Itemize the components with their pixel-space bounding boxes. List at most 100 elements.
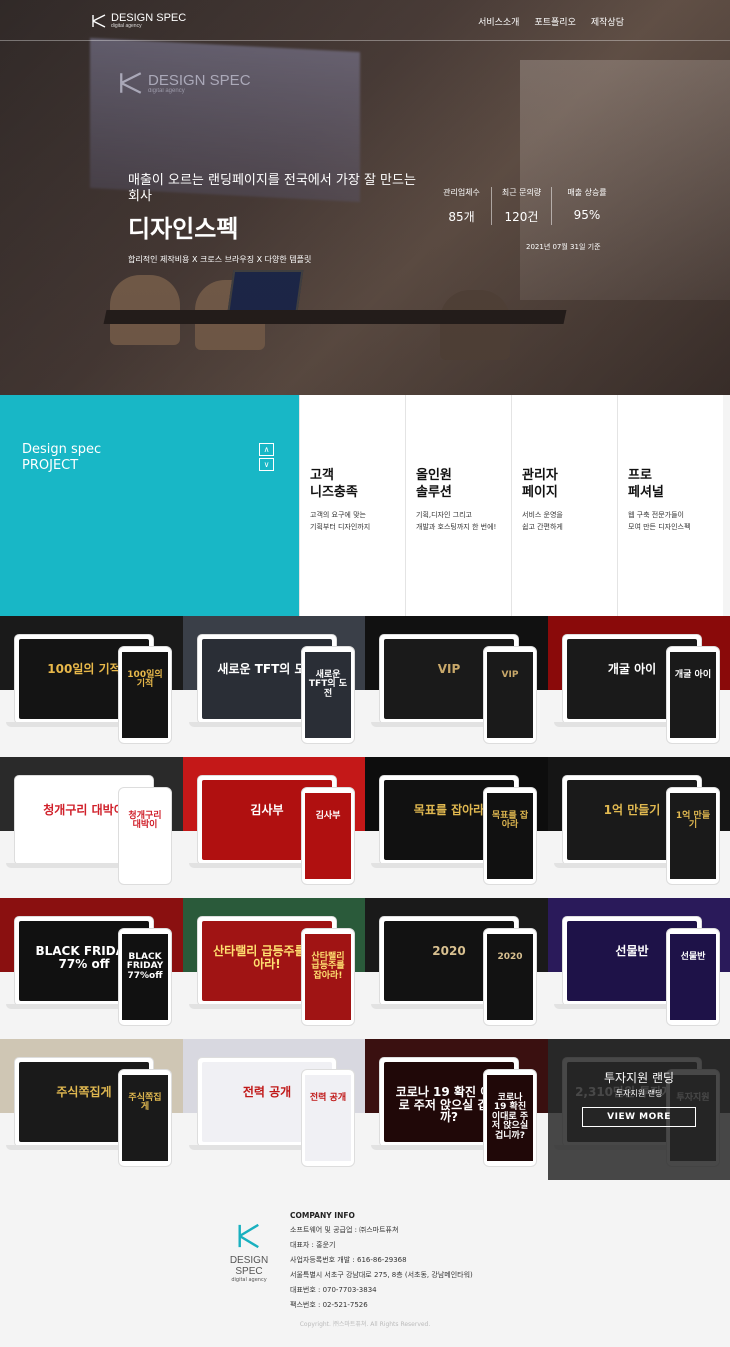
stat-value: 95% [573,208,601,222]
phone-headline: 청개구리 대박이 [128,810,162,831]
feature-title: 고객 니즈충족 [310,468,358,500]
phone-screen: 산타랠리 급등주를 잡아라! [305,934,351,1020]
phone-screen: 100일의 기적 [122,652,168,738]
portfolio-item[interactable]: 산타랠리 급등주를 잡아라! 산타랠리 급등주를 잡아라! [183,898,365,1039]
phone-mockup: BLACK FRIDAY 77%off [118,928,172,1026]
arrow-up-icon[interactable]: ∧ [259,443,274,456]
hero-copy: 매출이 오르는 랜딩페이지를 전국에서 가장 잘 만드는 회사 디자인스펙 합리… [128,173,428,265]
project-title: Design spec PROJECT [22,442,101,474]
nav-item-portfolio[interactable]: 포트폴리오 [534,15,575,28]
hero-title: 디자인스펙 [128,215,239,243]
phone-mockup: 선물반 [666,928,720,1026]
logo-mark-icon [118,70,144,96]
feature-title: 관리자 페이지 [522,468,558,500]
portfolio-grid: 100일의 기적 100일의 기적 새로운 TFT의 도전 새로운 TFT의 도전 VI… [0,616,730,1180]
portfolio-item[interactable]: 새로운 TFT의 도전 새로운 TFT의 도전 [183,616,365,757]
phone-mockup: 2020 [483,928,537,1026]
portfolio-item[interactable]: 1억 만들기 1억 만들기 [548,757,730,898]
company-info-line: 대표번호 : 070-7703-3834 [290,1286,377,1294]
feature-card: 프로 페셔널 웹 구축 전문가들이 모여 만든 디자인스펙 [617,395,723,616]
project-title-line: Design spec [22,442,102,457]
phone-mockup: VIP [483,646,537,744]
portfolio-item[interactable]: 선물반 선물반 [548,898,730,1039]
phone-headline: BLACK FRIDAY 77%off [126,951,164,981]
hero-bg-logo: DESIGN SPEC digital agency [118,70,251,96]
phone-screen: BLACK FRIDAY 77%off [122,934,168,1020]
portfolio-item[interactable]: 100일의 기적 100일의 기적 [0,616,183,757]
stat-inquiries: 최근 문의량 120건 [492,187,552,225]
phone-mockup: 개굴 아이 [666,646,720,744]
overlay-title: 투자지원 랜딩 [603,1071,675,1085]
hero-tags: 합리적인 제작비용 X 크로스 브라우징 X 다양한 템플릿 [128,255,312,264]
feature-desc: 기획,디자인 그리고 개발과 호스팅까지 한 번에! [416,511,497,531]
phone-headline: 선물반 [680,951,706,962]
phone-mockup: 새로운 TFT의 도전 [301,646,355,744]
portfolio-item[interactable]: 전력 공개 전력 공개 [183,1039,365,1180]
phone-mockup: 1억 만들기 [666,787,720,885]
company-info: COMPANY INFO 소프트웨어 및 공급업 : ㈜스마트퓨쳐 대표자 : … [290,1208,473,1313]
arrow-down-icon[interactable]: ∨ [259,458,274,471]
portfolio-item[interactable]: 코로나 19 확진 이대로 주저 앉으실 겁니까? 코로나 19 확진 이대로 주… [365,1039,548,1180]
logo-mark-icon [234,1223,264,1253]
stat-label: 관리업체수 [443,188,480,197]
stat-clients: 관리업체수 85개 [432,187,492,225]
portfolio-item[interactable]: 김사부 김사부 [183,757,365,898]
phone-screen: 개굴 아이 [670,652,716,738]
phone-headline: 목표를 잡아라 [491,810,529,831]
portfolio-item[interactable]: VIP VIP [365,616,548,757]
phone-headline: 코로나 19 확진 이대로 주저 앉으실 겁니까? [491,1092,529,1141]
stat-label: 최근 문의량 [501,188,542,197]
phone-mockup: 100일의 기적 [118,646,172,744]
phone-mockup: 청개구리 대박이 [118,787,172,885]
phone-headline: 새로운 TFT의 도전 [308,669,348,699]
header-logo-sub: digital agency [111,23,142,29]
phone-headline: 100일의 기적 [127,669,163,690]
view-more-button[interactable]: VIEW MORE [582,1107,696,1127]
company-info-title: COMPANY INFO [290,1211,355,1220]
company-info-line: 소프트웨어 및 공급업 : ㈜스마트퓨쳐 [290,1226,399,1234]
nav-item-consult[interactable]: 제작상담 [591,15,624,28]
project-title-line: PROJECT [22,458,79,473]
phone-screen: 새로운 TFT의 도전 [305,652,351,738]
hero-lead: 매출이 오르는 랜딩페이지를 전국에서 가장 잘 만드는 회사 [128,173,416,204]
footer-logo-text: DESIGN SPEC [229,1255,269,1277]
phone-mockup: 산타랠리 급등주를 잡아라! [301,928,355,1026]
phone-screen: 1억 만들기 [670,793,716,879]
project-panel: Design spec PROJECT ∧ ∨ [0,395,299,616]
main-nav: 서비스소개 포트폴리오 제작상담 [478,15,624,28]
phone-screen: 김사부 [305,793,351,879]
phone-mockup: 목표를 잡아라 [483,787,537,885]
portfolio-item[interactable]: 주식쪽집게 주식쪽집게 [0,1039,183,1180]
portfolio-item[interactable]: 청개구리 대박이 청개구리 대박이 [0,757,183,898]
phone-screen: 2020 [487,934,533,1020]
portfolio-item[interactable]: 2,310만원 투자지원!투자지원투자지원 랜딩투자지원 랜딩VIEW MORE [548,1039,730,1180]
phone-headline: VIP [501,669,519,680]
top-bar: DESIGN SPEC digital agency 서비스소개 포트폴리오 제작… [0,0,730,41]
footer: DESIGN SPEC digital agency COMPANY INFO … [0,1180,730,1347]
phone-headline: 전력 공개 [309,1092,347,1103]
feature-desc: 웹 구축 전문가들이 모여 만든 디자인스펙 [628,511,691,531]
hero-section: DESIGN SPEC digital agency DESIGN SPEC dig… [0,0,730,395]
logo-mark-icon [91,13,107,29]
phone-screen: 선물반 [670,934,716,1020]
phone-screen: 주식쪽집게 [122,1075,168,1161]
hero-bg-logo-sub: digital agency [148,87,185,94]
features-section: Design spec PROJECT ∧ ∨ 고객 니즈충족 고객의 요구에 … [0,395,730,616]
phone-screen: 목표를 잡아라 [487,793,533,879]
portfolio-item[interactable]: 목표를 잡아라 목표를 잡아라 [365,757,548,898]
feature-card: 올인원 솔루션 기획,디자인 그리고 개발과 호스팅까지 한 번에! [405,395,511,616]
portfolio-item[interactable]: 2020 2020 [365,898,548,1039]
hero-stats: 관리업체수 85개 최근 문의량 120건 매출 상승률 95% [432,187,622,225]
phone-screen: 전력 공개 [305,1075,351,1161]
nav-item-services[interactable]: 서비스소개 [478,15,519,28]
phone-headline: 2020 [497,951,523,962]
company-info-line: 팩스번호 : 02-521-7526 [290,1301,368,1309]
stat-growth: 매출 상승률 95% [552,187,622,225]
portfolio-item[interactable]: BLACK FRIDAY 77% off BLACK FRIDAY 77%off [0,898,183,1039]
header-logo[interactable]: DESIGN SPEC digital agency [91,13,186,29]
company-info-line: 서울특별시 서초구 강남대로 275, 8층 (서초동, 강남메인타워) [290,1271,473,1279]
portfolio-item[interactable]: 개굴 아이 개굴 아이 [548,616,730,757]
footer-logo: DESIGN SPEC digital agency [219,1223,279,1283]
stats-date: 2021년 07월 31일 기준 [526,243,601,251]
phone-headline: 개굴 아이 [674,669,712,680]
